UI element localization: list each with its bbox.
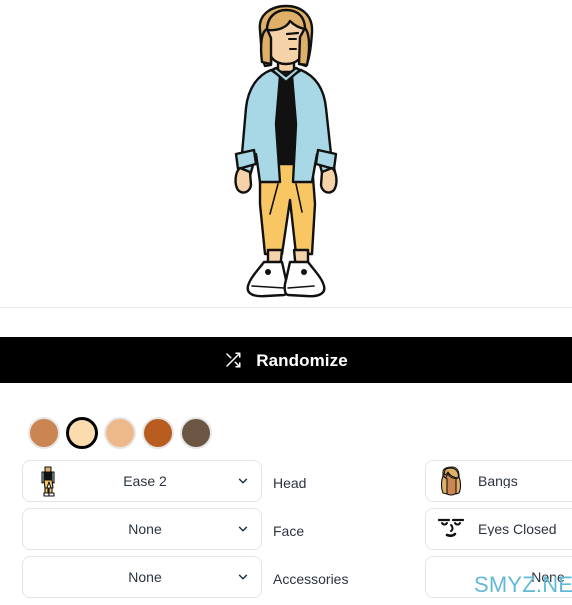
character-preview-illustration <box>234 4 338 297</box>
extras-dropdown[interactable]: None <box>425 556 572 598</box>
randomize-spacer <box>0 308 572 337</box>
option-grid: Ease 2 Head Bangs None Face Eyes Closed … <box>0 460 572 604</box>
accessories-dropdown[interactable]: None <box>22 556 262 598</box>
chevron-down-icon <box>225 570 261 584</box>
expression-dropdown[interactable]: Eyes Closed <box>425 508 572 550</box>
option-row-accessories: None Accessories None <box>0 556 572 602</box>
randomize-label: Randomize <box>256 350 348 370</box>
shoe-left-dot <box>265 268 271 275</box>
hair-left <box>259 27 273 65</box>
skin-tone-swatch-row <box>28 417 212 449</box>
hair-dropdown[interactable]: Bangs <box>425 460 572 502</box>
character-builder-app: Randomize Ease 2 Head Bangs None Face Ey… <box>0 0 572 605</box>
shuffle-icon <box>224 351 242 369</box>
shoe-right-dot <box>301 268 307 275</box>
face-eyes-closed-thumb <box>434 512 468 546</box>
skin-tone-swatch-1[interactable] <box>28 417 60 449</box>
option-label-face: Face <box>273 523 305 539</box>
hair-bangs-thumb <box>434 464 468 498</box>
chevron-down-icon <box>225 474 261 488</box>
option-row-head: Ease 2 Head Bangs <box>0 460 572 506</box>
pose-dropdown-value: Ease 2 <box>123 474 167 488</box>
chevron-down-icon <box>225 522 261 536</box>
skin-tone-swatch-5[interactable] <box>180 417 212 449</box>
randomize-button[interactable]: Randomize <box>0 337 572 383</box>
option-label-accessories: Accessories <box>273 571 349 587</box>
cuff-right <box>314 148 338 170</box>
pose-dropdown[interactable]: Ease 2 <box>22 460 262 502</box>
option-label-head: Head <box>273 475 307 491</box>
skin-tone-swatch-3[interactable] <box>104 417 136 449</box>
face-dropdown[interactable]: None <box>22 508 262 550</box>
skin-tone-swatch-2[interactable] <box>66 417 98 449</box>
shoe-left <box>246 260 289 297</box>
hair-dropdown-value: Bangs <box>478 474 518 488</box>
hand-left <box>234 166 253 194</box>
character-preview-stage <box>0 0 572 307</box>
hand-right <box>319 166 338 194</box>
face-dropdown-value: None <box>128 522 162 536</box>
eyebrow <box>285 31 300 35</box>
extras-dropdown-value: None <box>531 570 565 584</box>
expression-dropdown-value: Eyes Closed <box>478 522 557 536</box>
body-pose-thumb <box>31 464 65 498</box>
option-row-face: None Face Eyes Closed <box>0 508 572 554</box>
shoe-right <box>283 260 326 297</box>
skin-tone-swatch-4[interactable] <box>142 417 174 449</box>
accessories-dropdown-value: None <box>128 570 162 584</box>
